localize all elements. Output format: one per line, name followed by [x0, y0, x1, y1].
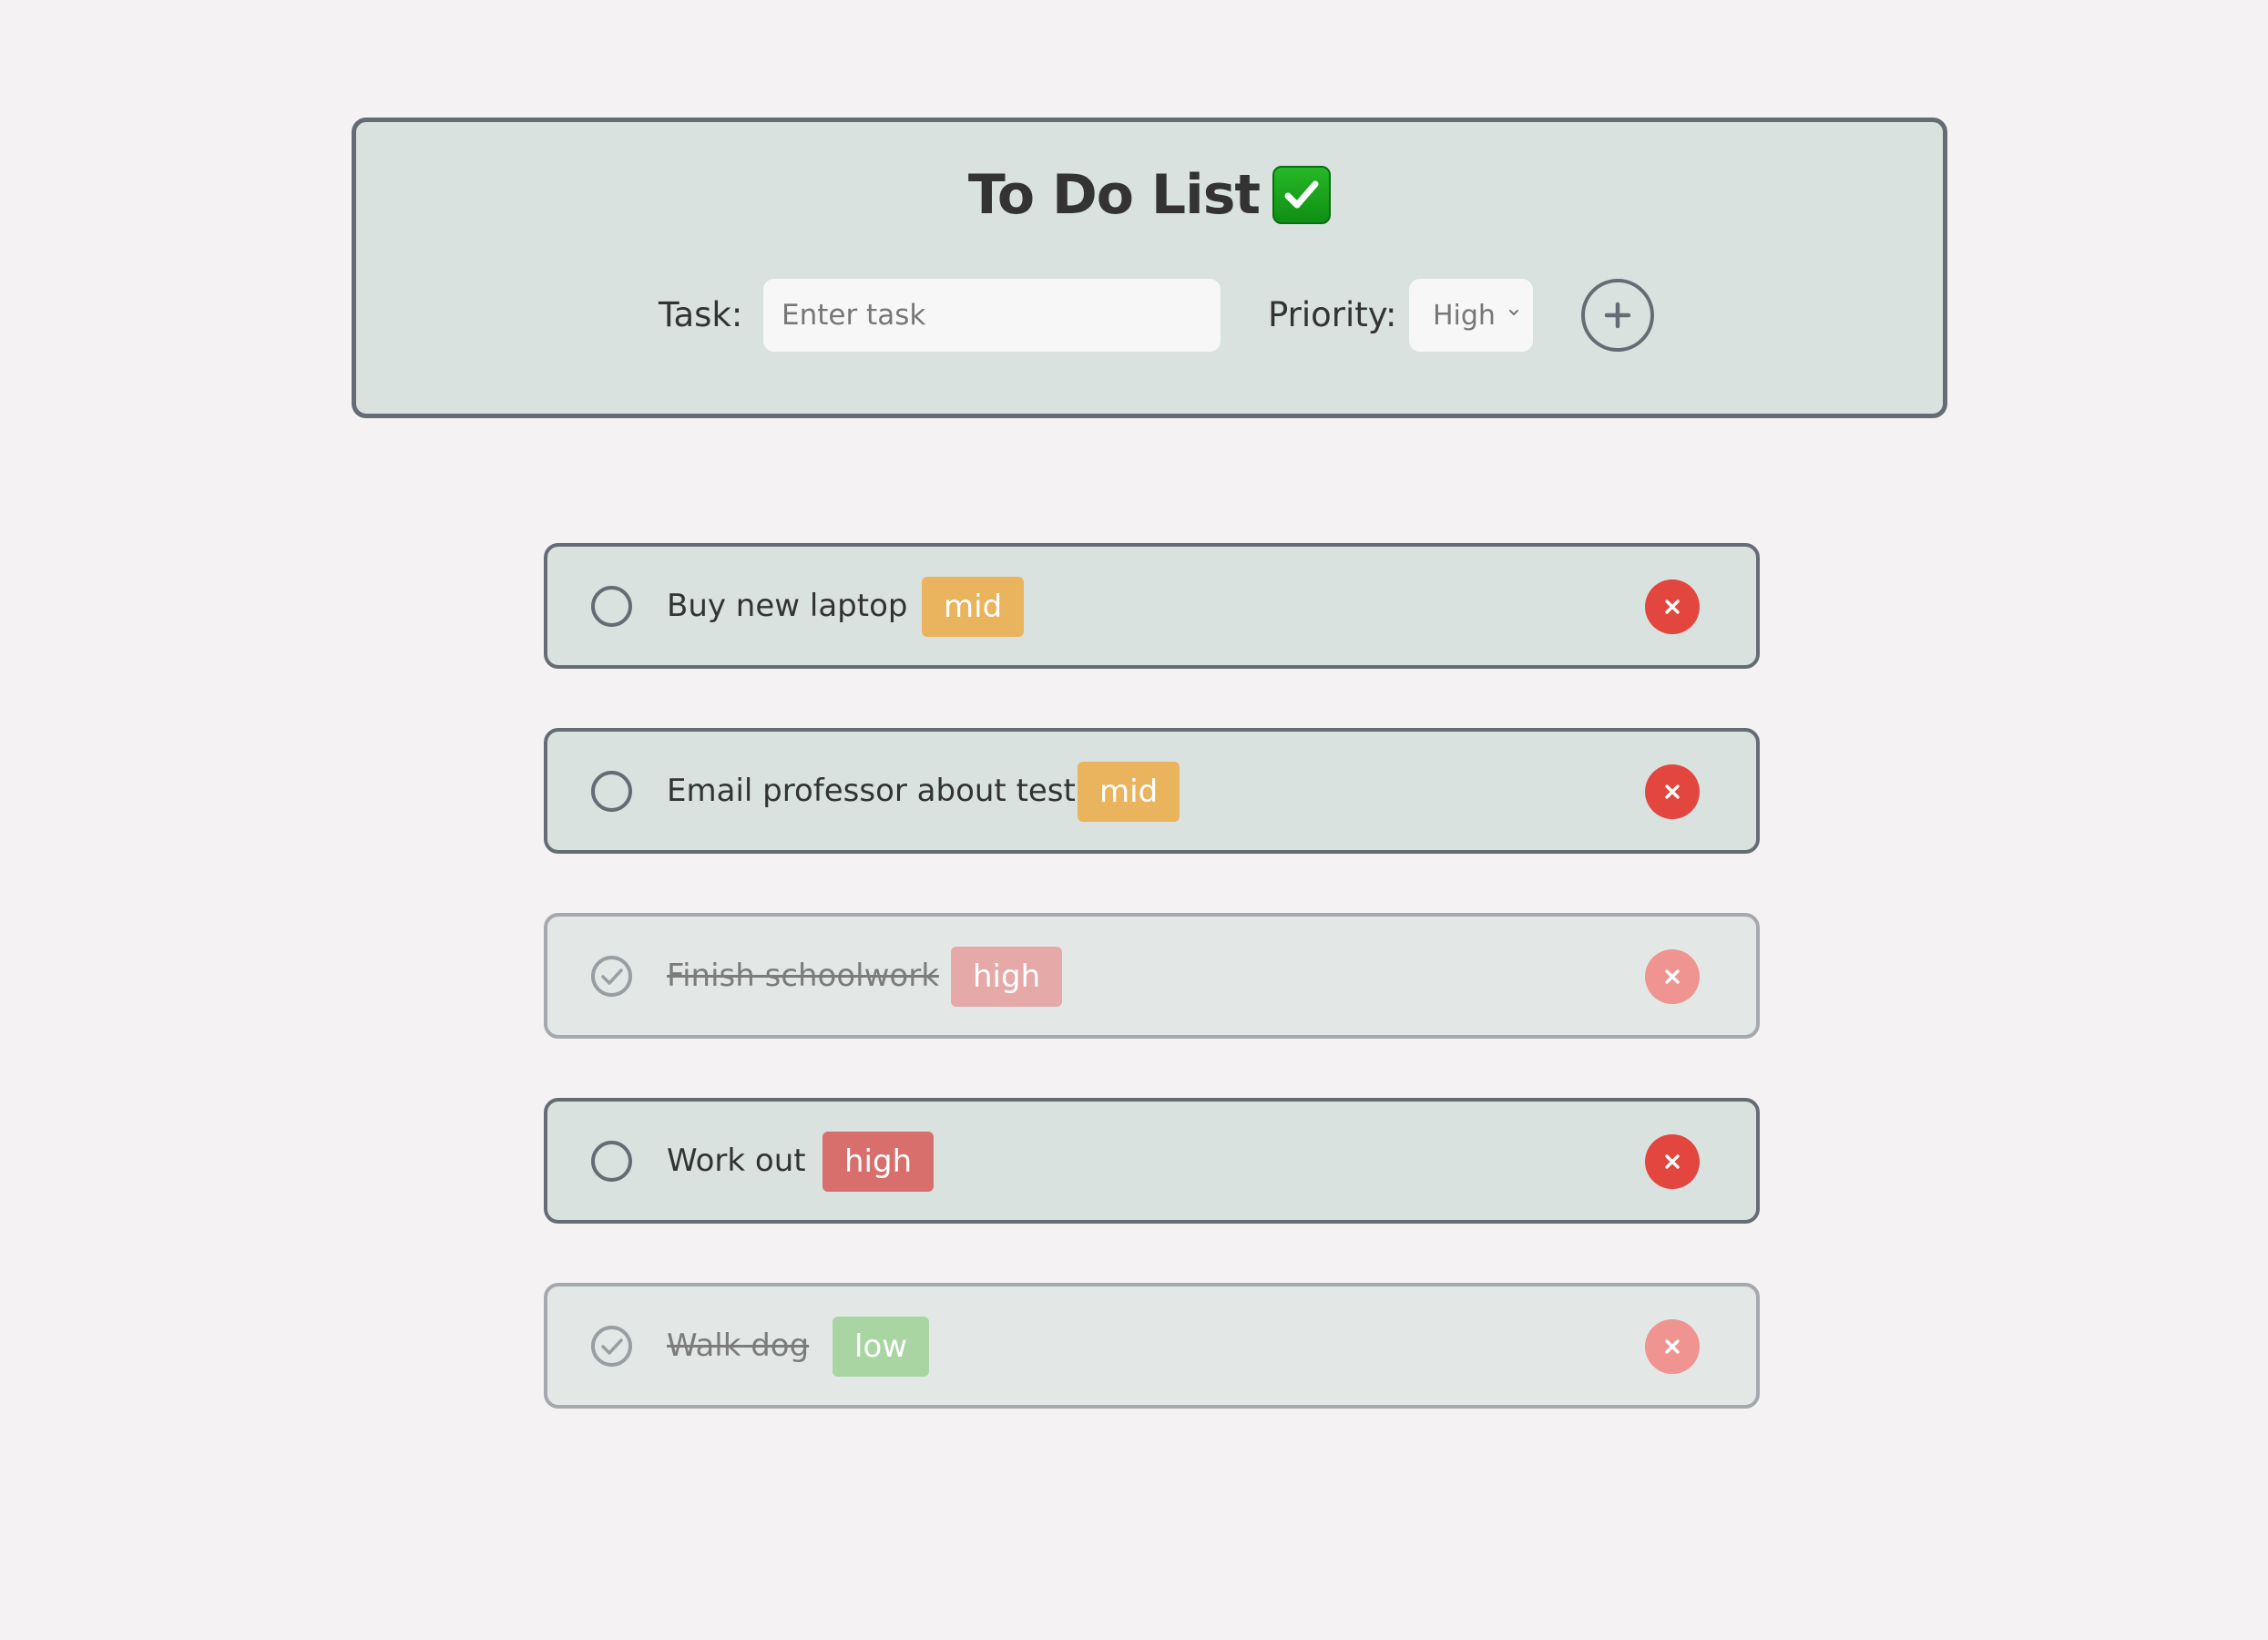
- priority-select-value: High: [1433, 299, 1496, 332]
- check-icon: [601, 969, 623, 985]
- close-icon: [1665, 600, 1680, 614]
- task-complete-toggle[interactable]: [591, 1141, 632, 1182]
- add-task-form: Task: Priority: High: [356, 279, 1943, 352]
- task-complete-toggle[interactable]: [591, 956, 632, 997]
- task-item: Email professor about test mid: [544, 728, 1760, 854]
- close-icon: [1665, 784, 1680, 799]
- close-icon: [1665, 1339, 1680, 1354]
- delete-task-button[interactable]: [1645, 1319, 1700, 1374]
- priority-label: Priority:: [1268, 295, 1397, 334]
- task-text: Walk dog: [667, 1327, 810, 1364]
- page-title-text: To Do List: [967, 163, 1261, 227]
- task-item: Work out high: [544, 1098, 1760, 1224]
- priority-badge: mid: [922, 577, 1025, 637]
- check-mark-button-icon: [1272, 166, 1332, 224]
- task-text: Email professor about test: [667, 773, 1076, 809]
- priority-badge: mid: [1078, 762, 1180, 822]
- task-text: Finish schoolwork: [667, 958, 939, 994]
- priority-badge: low: [833, 1317, 930, 1377]
- task-text: Buy new laptop: [667, 588, 908, 624]
- priority-badge: high: [951, 947, 1063, 1007]
- priority-select[interactable]: High: [1409, 279, 1533, 352]
- task-item: Buy new laptop mid: [544, 543, 1760, 669]
- delete-task-button[interactable]: [1645, 579, 1700, 634]
- task-complete-toggle[interactable]: [591, 1326, 632, 1367]
- task-label: Task:: [659, 295, 743, 334]
- check-icon: [601, 1338, 623, 1355]
- task-text: Work out: [667, 1143, 806, 1179]
- delete-task-button[interactable]: [1645, 764, 1700, 819]
- page-title: To Do List: [356, 159, 1943, 231]
- plus-icon: [1604, 302, 1631, 329]
- task-complete-toggle[interactable]: [591, 586, 632, 627]
- task-input[interactable]: [763, 279, 1221, 352]
- todo-header-card: To Do List Task: Priority: High: [352, 118, 1947, 418]
- task-item: Walk dog low: [544, 1283, 1760, 1409]
- add-task-button[interactable]: [1581, 279, 1654, 352]
- chevron-down-icon: [1509, 310, 1518, 315]
- delete-task-button[interactable]: [1645, 1134, 1700, 1189]
- delete-task-button[interactable]: [1645, 949, 1700, 1004]
- priority-badge: high: [822, 1132, 935, 1192]
- close-icon: [1665, 969, 1680, 984]
- task-item: Finish schoolwork high: [544, 913, 1760, 1039]
- task-complete-toggle[interactable]: [591, 771, 632, 812]
- close-icon: [1665, 1154, 1680, 1169]
